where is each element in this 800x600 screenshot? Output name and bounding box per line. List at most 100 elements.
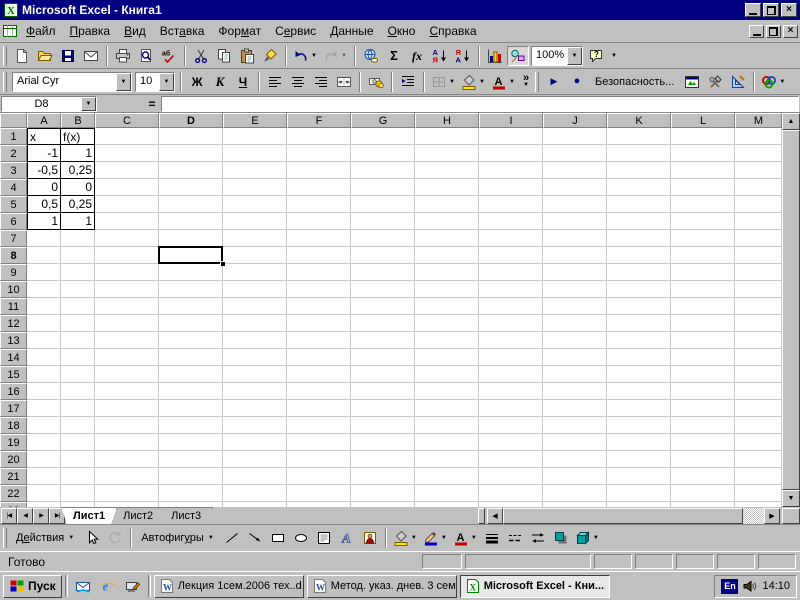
close-button[interactable]: × — [781, 3, 797, 17]
cell-D22[interactable] — [159, 485, 223, 502]
wordart-button[interactable]: AA — [336, 528, 358, 548]
name-box-dropdown[interactable]: ▼ — [81, 96, 96, 111]
cell-G1[interactable] — [351, 128, 415, 145]
cell-L10[interactable] — [671, 281, 735, 298]
cell-K5[interactable] — [607, 196, 671, 213]
cell-G12[interactable] — [351, 315, 415, 332]
row-header-22[interactable]: 22 — [0, 485, 27, 502]
row-header-11[interactable]: 11 — [0, 298, 27, 315]
cell-D10[interactable] — [159, 281, 223, 298]
scroll-down-button[interactable]: ▼ — [782, 490, 800, 507]
paste-function-button[interactable]: fx — [406, 46, 428, 66]
cell-H15[interactable] — [415, 366, 479, 383]
cell-C8[interactable] — [95, 247, 159, 264]
cell-D7[interactable] — [159, 230, 223, 247]
cell-K20[interactable] — [607, 451, 671, 468]
vertical-scroll-thumb[interactable] — [782, 130, 800, 490]
cell-A2[interactable]: -1 — [27, 145, 61, 162]
cell-G18[interactable] — [351, 417, 415, 434]
cell-E12[interactable] — [223, 315, 287, 332]
cell-F10[interactable] — [287, 281, 351, 298]
cell-A12[interactable] — [27, 315, 61, 332]
cell-K13[interactable] — [607, 332, 671, 349]
cell-H4[interactable] — [415, 179, 479, 196]
cell-L11[interactable] — [671, 298, 735, 315]
vertical-scrollbar[interactable]: ▲ ▼ — [782, 113, 800, 507]
cell-F8[interactable] — [287, 247, 351, 264]
cell-M17[interactable] — [735, 400, 782, 417]
cell-H7[interactable] — [415, 230, 479, 247]
cell-F3[interactable] — [287, 162, 351, 179]
italic-button[interactable]: К — [209, 72, 231, 92]
cell-A10[interactable] — [27, 281, 61, 298]
cell-B15[interactable] — [61, 366, 95, 383]
cell-H16[interactable] — [415, 383, 479, 400]
draw-actions-button[interactable]: Действия ▼ — [11, 528, 80, 548]
currency-button[interactable] — [365, 72, 387, 92]
cell-G6[interactable] — [351, 213, 415, 230]
cell-L6[interactable] — [671, 213, 735, 230]
cell-J13[interactable] — [543, 332, 607, 349]
cell-J15[interactable] — [543, 366, 607, 383]
font-name-combo[interactable]: Arial Cyr ▼ — [12, 71, 132, 92]
cell-D20[interactable] — [159, 451, 223, 468]
cell-C10[interactable] — [95, 281, 159, 298]
cell-C15[interactable] — [95, 366, 159, 383]
cell-H21[interactable] — [415, 468, 479, 485]
cell-I3[interactable] — [479, 162, 543, 179]
name-box[interactable]: D8 ▼ — [1, 95, 97, 112]
cell-B2[interactable]: 1 — [61, 145, 95, 162]
edit-formula-button[interactable]: = — [143, 96, 161, 111]
cell-K22[interactable] — [607, 485, 671, 502]
cell-M21[interactable] — [735, 468, 782, 485]
restore-button[interactable] — [763, 3, 779, 17]
cell-M8[interactable] — [735, 247, 782, 264]
cell-A15[interactable] — [27, 366, 61, 383]
cell-F6[interactable] — [287, 213, 351, 230]
cell-K10[interactable] — [607, 281, 671, 298]
cell-G14[interactable] — [351, 349, 415, 366]
cell-M3[interactable] — [735, 162, 782, 179]
cell-I17[interactable] — [479, 400, 543, 417]
cell-D9[interactable] — [159, 264, 223, 281]
script-editor-button[interactable]: ▼ — [759, 72, 788, 92]
new-document-button[interactable] — [11, 46, 33, 66]
cell-I20[interactable] — [479, 451, 543, 468]
cell-E6[interactable] — [223, 213, 287, 230]
cell-A23[interactable] — [27, 502, 61, 507]
sheet-tab-sheet3[interactable]: Лист3 — [159, 507, 213, 524]
cell-H8[interactable] — [415, 247, 479, 264]
cell-G8[interactable] — [351, 247, 415, 264]
cell-L3[interactable] — [671, 162, 735, 179]
cell-L16[interactable] — [671, 383, 735, 400]
cell-B11[interactable] — [61, 298, 95, 315]
print-preview-button[interactable] — [135, 46, 157, 66]
task-excel[interactable]: X Microsoft Excel - Кни... — [459, 574, 610, 598]
cell-G16[interactable] — [351, 383, 415, 400]
cell-L15[interactable] — [671, 366, 735, 383]
cell-K6[interactable] — [607, 213, 671, 230]
cell-A4[interactable]: 0 — [27, 179, 61, 196]
cell-I22[interactable] — [479, 485, 543, 502]
cell-D17[interactable] — [159, 400, 223, 417]
cell-F18[interactable] — [287, 417, 351, 434]
cell-E10[interactable] — [223, 281, 287, 298]
cell-J10[interactable] — [543, 281, 607, 298]
cell-M12[interactable] — [735, 315, 782, 332]
cell-M4[interactable] — [735, 179, 782, 196]
clipart-button[interactable] — [359, 528, 381, 548]
cell-K19[interactable] — [607, 434, 671, 451]
cell-H19[interactable] — [415, 434, 479, 451]
toolbar-gripper[interactable] — [3, 528, 7, 548]
row-header-4[interactable]: 4 — [0, 179, 27, 196]
horizontal-scroll-track[interactable] — [743, 507, 764, 524]
scroll-up-button[interactable]: ▲ — [782, 113, 800, 130]
row-header-8[interactable]: 8 — [0, 247, 27, 264]
cell-I6[interactable] — [479, 213, 543, 230]
text-box-button[interactable] — [313, 528, 335, 548]
cell-B9[interactable] — [61, 264, 95, 281]
cell-E19[interactable] — [223, 434, 287, 451]
chart-wizard-button[interactable] — [484, 46, 506, 66]
cell-H3[interactable] — [415, 162, 479, 179]
cell-B23[interactable] — [61, 502, 95, 507]
